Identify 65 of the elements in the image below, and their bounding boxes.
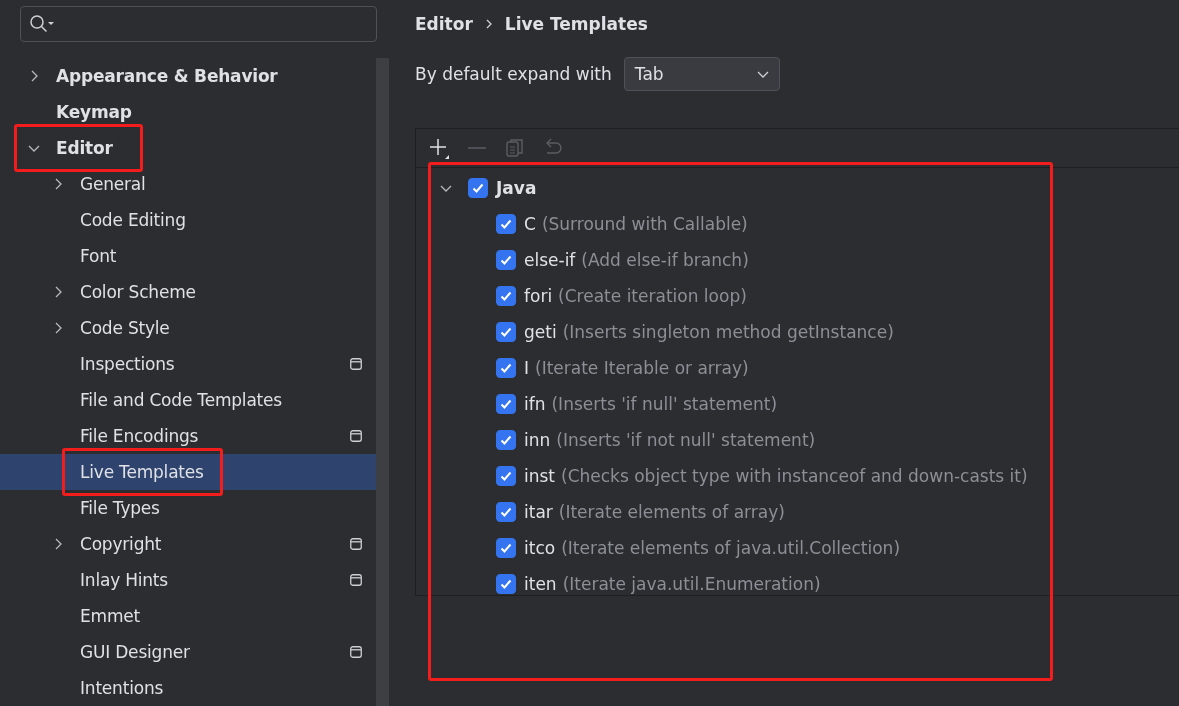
search-field[interactable] <box>20 6 377 42</box>
checkmark-icon <box>499 505 513 519</box>
sidebar-item[interactable]: File Encodings <box>0 418 376 454</box>
checkbox[interactable] <box>496 394 516 414</box>
checkbox[interactable] <box>496 214 516 234</box>
checkbox[interactable] <box>496 322 516 342</box>
sidebar-item[interactable]: Live Templates <box>0 454 376 490</box>
template-row[interactable]: ifn (Inserts 'if null' statement) <box>416 386 1179 422</box>
sidebar-item[interactable]: GUI Designer <box>0 634 376 670</box>
checkbox[interactable] <box>496 574 516 594</box>
checkmark-icon <box>499 361 513 375</box>
breadcrumb-item: Live Templates <box>504 14 648 34</box>
template-row[interactable]: inn (Inserts 'if not null' statement) <box>416 422 1179 458</box>
plus-icon <box>428 137 450 159</box>
checkmark-icon <box>471 181 485 195</box>
expand-label: By default expand with <box>415 64 612 84</box>
chevron-right-icon <box>484 19 493 29</box>
sidebar-item[interactable]: Copyright <box>0 526 376 562</box>
copy-icon <box>504 137 526 159</box>
sidebar-item[interactable]: Font <box>0 238 376 274</box>
checkmark-icon <box>499 433 513 447</box>
sidebar-item[interactable]: Editor <box>0 130 376 166</box>
checkmark-icon <box>499 397 513 411</box>
sidebar-item[interactable]: Emmet <box>0 598 376 634</box>
checkbox[interactable] <box>496 250 516 270</box>
checkmark-icon <box>499 577 513 591</box>
sidebar-item[interactable]: Color Scheme <box>0 274 376 310</box>
checkbox[interactable] <box>496 286 516 306</box>
sidebar-item[interactable]: Code Style <box>0 310 376 346</box>
expand-dropdown[interactable]: Tab <box>623 57 780 91</box>
minus-icon <box>468 147 486 149</box>
sidebar-item[interactable]: Code Editing <box>0 202 376 238</box>
template-row[interactable]: geti (Inserts singleton method getInstance) <box>416 314 1179 350</box>
checkmark-icon <box>499 469 513 483</box>
scrollbar[interactable] <box>376 58 389 706</box>
template-row[interactable]: inst (Checks object type with instanceof and down-casts it) <box>416 458 1179 494</box>
template-group-row[interactable]: Java <box>416 170 1179 206</box>
checkmark-icon <box>499 325 513 339</box>
sidebar-item[interactable]: Keymap <box>0 94 376 130</box>
checkbox[interactable] <box>496 538 516 558</box>
template-row[interactable]: fori (Create iteration loop) <box>416 278 1179 314</box>
checkmark-icon <box>499 217 513 231</box>
sidebar-item[interactable]: Intentions <box>0 670 376 706</box>
sidebar-item[interactable]: Appearance & Behavior <box>0 58 376 94</box>
sidebar-item[interactable]: File Types <box>0 490 376 526</box>
template-row[interactable]: I (Iterate Iterable or array) <box>416 350 1179 386</box>
sidebar-item[interactable]: Inlay Hints <box>0 562 376 598</box>
checkbox[interactable] <box>496 430 516 450</box>
checkmark-icon <box>499 289 513 303</box>
sidebar-item[interactable]: Inspections <box>0 346 376 382</box>
breadcrumb-item: Editor <box>415 14 473 34</box>
template-row[interactable]: C (Surround with Callable) <box>416 206 1179 242</box>
template-row[interactable]: iten (Iterate java.util.Enumeration) <box>416 566 1179 595</box>
checkbox[interactable] <box>496 358 516 378</box>
sidebar-item[interactable]: General <box>0 166 376 202</box>
template-row[interactable]: else-if (Add else-if branch) <box>416 242 1179 278</box>
checkmark-icon <box>499 541 513 555</box>
checkbox[interactable] <box>496 502 516 522</box>
sidebar-item[interactable]: File and Code Templates <box>0 382 376 418</box>
checkbox[interactable] <box>496 466 516 486</box>
checkmark-icon <box>499 253 513 267</box>
template-row[interactable]: itar (Iterate elements of array) <box>416 494 1179 530</box>
checkbox[interactable] <box>468 178 488 198</box>
template-row[interactable]: itco (Iterate elements of java.util.Collection) <box>416 530 1179 566</box>
search-icon <box>29 14 55 34</box>
